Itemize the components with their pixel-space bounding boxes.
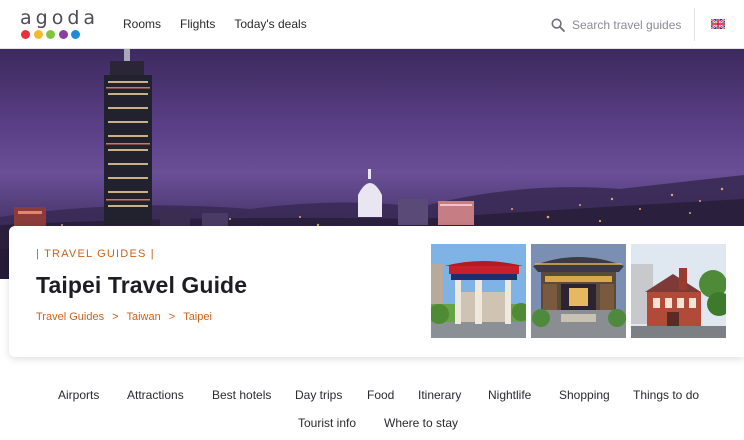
- logo-dot-green: [46, 30, 55, 39]
- topic-tourist-info[interactable]: Tourist info: [298, 415, 356, 431]
- breadcrumb-separator: >: [112, 311, 119, 323]
- section-eyebrow: | TRAVEL GUIDES |: [36, 247, 155, 261]
- top-header: agoda Rooms Flights Today's deals: [0, 0, 744, 49]
- topic-attractions[interactable]: Attractions: [127, 387, 184, 403]
- agoda-logo[interactable]: agoda: [20, 8, 95, 42]
- nav-flights[interactable]: Flights: [180, 16, 215, 32]
- topic-itinerary[interactable]: Itinerary: [418, 387, 461, 403]
- search-box[interactable]: [551, 15, 691, 35]
- topic-things-to-do[interactable]: Things to do: [633, 387, 699, 403]
- eyebrow-bar-right: |: [150, 248, 155, 260]
- nav-todays-deals[interactable]: Today's deals: [234, 16, 306, 32]
- main-nav: Rooms Flights Today's deals: [123, 16, 307, 32]
- guide-title-card: | TRAVEL GUIDES | Taipei Travel Guide Tr…: [9, 226, 744, 357]
- topic-day-trips[interactable]: Day trips: [295, 387, 342, 403]
- breadcrumb: Travel Guides > Taiwan > Taipei: [36, 310, 212, 324]
- topic-airports[interactable]: Airports: [58, 387, 99, 403]
- search-icon[interactable]: [551, 18, 565, 32]
- taipei-101-tower: [104, 49, 152, 225]
- breadcrumb-travel-guides[interactable]: Travel Guides: [36, 310, 104, 324]
- logo-text: agoda: [20, 7, 100, 29]
- uk-flag-icon[interactable]: [711, 19, 725, 29]
- topic-nightlife[interactable]: Nightlife: [488, 387, 531, 403]
- eyebrow-bar-left: |: [36, 248, 41, 260]
- temple-photo[interactable]: [531, 244, 626, 338]
- breadcrumb-separator: >: [168, 311, 176, 323]
- logo-dot-purple: [58, 30, 68, 39]
- memorial-gate-photo[interactable]: [431, 244, 526, 338]
- page-title: Taipei Travel Guide: [36, 272, 248, 298]
- header-divider: [694, 8, 695, 41]
- logo-dot-red: [21, 30, 30, 39]
- eyebrow-label: TRAVEL GUIDES: [44, 248, 147, 260]
- search-input[interactable]: [572, 18, 690, 32]
- topic-shopping[interactable]: Shopping: [559, 387, 610, 403]
- topic-best-hotels[interactable]: Best hotels: [212, 387, 271, 403]
- red-brick-building-photo[interactable]: [631, 244, 726, 338]
- logo-dots: [21, 30, 80, 39]
- breadcrumb-taiwan[interactable]: Taiwan: [127, 310, 161, 324]
- nav-rooms[interactable]: Rooms: [123, 16, 161, 32]
- logo-dot-yellow: [33, 30, 43, 39]
- logo-dot-blue: [71, 30, 80, 39]
- breadcrumb-taipei[interactable]: Taipei: [183, 310, 212, 324]
- topic-where-to-stay[interactable]: Where to stay: [384, 415, 458, 431]
- topic-food[interactable]: Food: [367, 387, 394, 403]
